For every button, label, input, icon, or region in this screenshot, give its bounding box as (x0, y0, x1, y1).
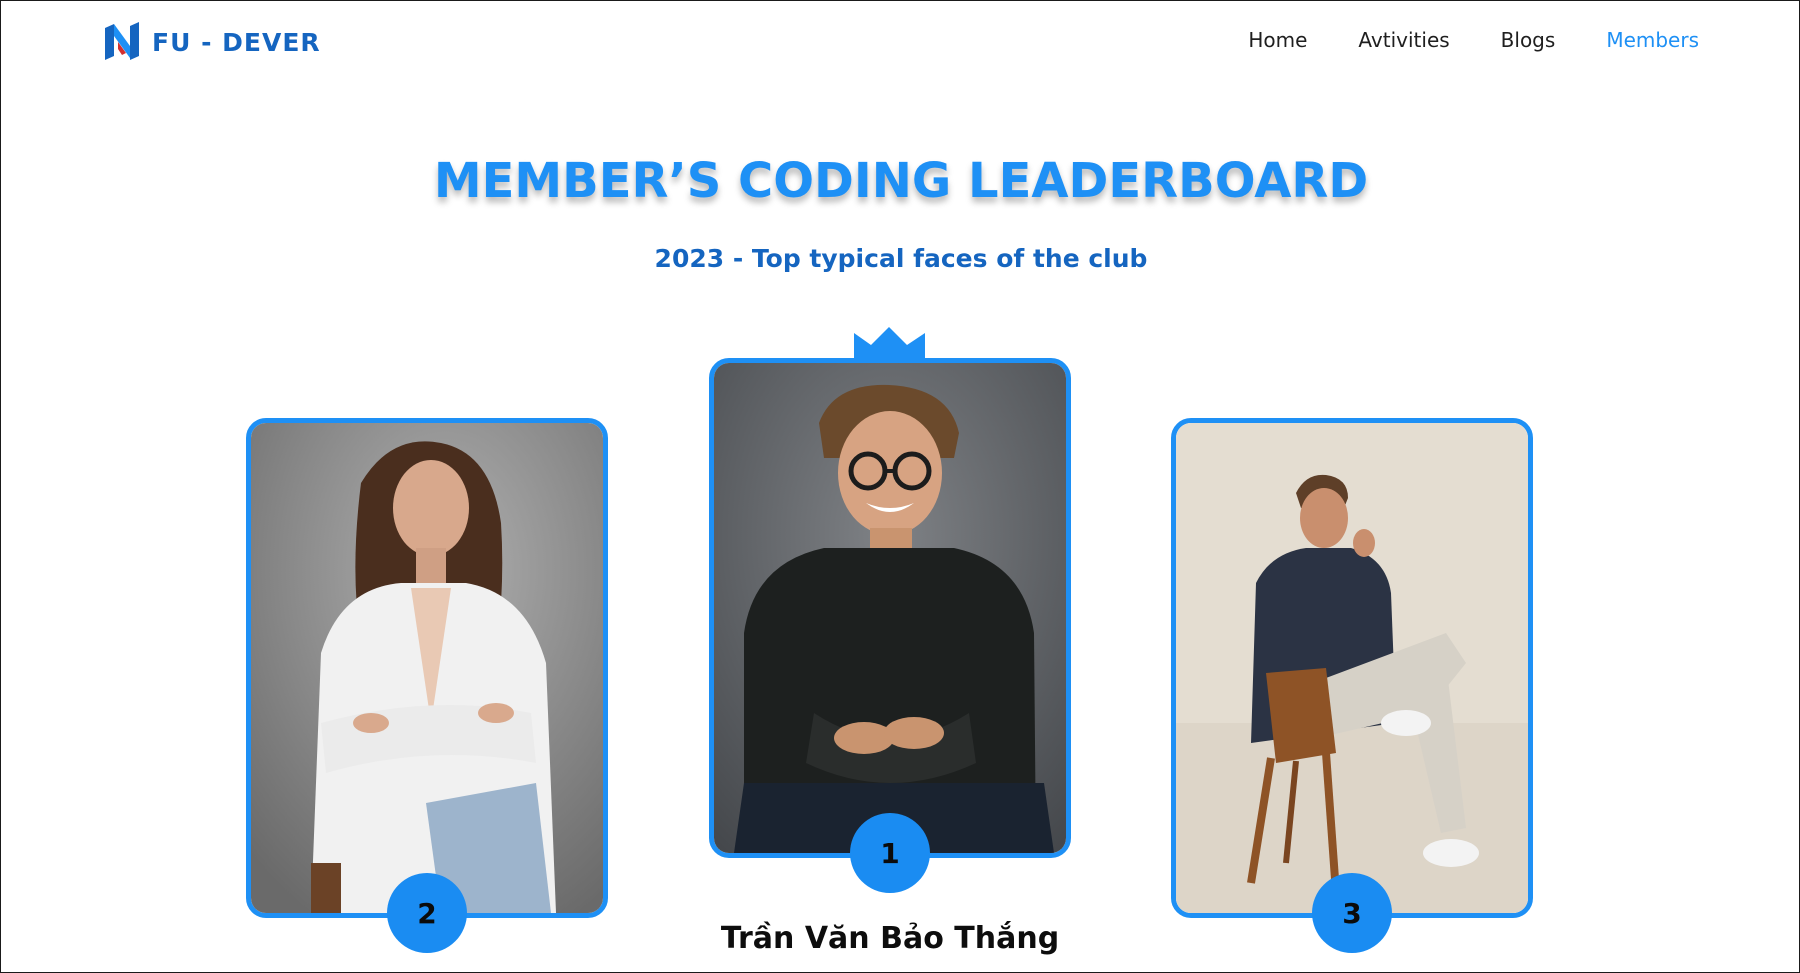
fu-dever-logo-icon (105, 22, 139, 60)
nav-activities[interactable]: Avtivities (1358, 28, 1449, 52)
member-card-rank-2[interactable] (246, 418, 608, 918)
member-photo-rank-3 (1176, 423, 1528, 913)
main-nav: Home Avtivities Blogs Members (1248, 28, 1699, 52)
nav-blogs[interactable]: Blogs (1501, 28, 1556, 52)
page-frame: FU - DEVER Home Avtivities Blogs Members… (0, 0, 1800, 973)
nav-members[interactable]: Members (1606, 28, 1699, 52)
rank-badge-1: 1 (850, 813, 930, 893)
member-card-rank-3[interactable] (1171, 418, 1533, 918)
member-name-rank-1: Trần Văn Bảo Thắng (720, 921, 1060, 956)
rank-badge-2: 2 (387, 873, 467, 953)
rank-badge-3: 3 (1312, 873, 1392, 953)
top-header: FU - DEVER Home Avtivities Blogs Members (1, 1, 1799, 83)
nav-home[interactable]: Home (1248, 28, 1307, 52)
member-photo-rank-1 (714, 363, 1066, 853)
brand-logo[interactable]: FU - DEVER (101, 22, 321, 62)
brand-name: FU - DEVER (152, 27, 321, 57)
member-card-rank-1[interactable] (709, 358, 1071, 858)
page-title: MEMBER’S CODING LEADERBOARD (433, 153, 1369, 209)
member-photo-rank-2 (251, 423, 603, 913)
page-subtitle: 2023 - Top typical faces of the club (654, 244, 1148, 273)
